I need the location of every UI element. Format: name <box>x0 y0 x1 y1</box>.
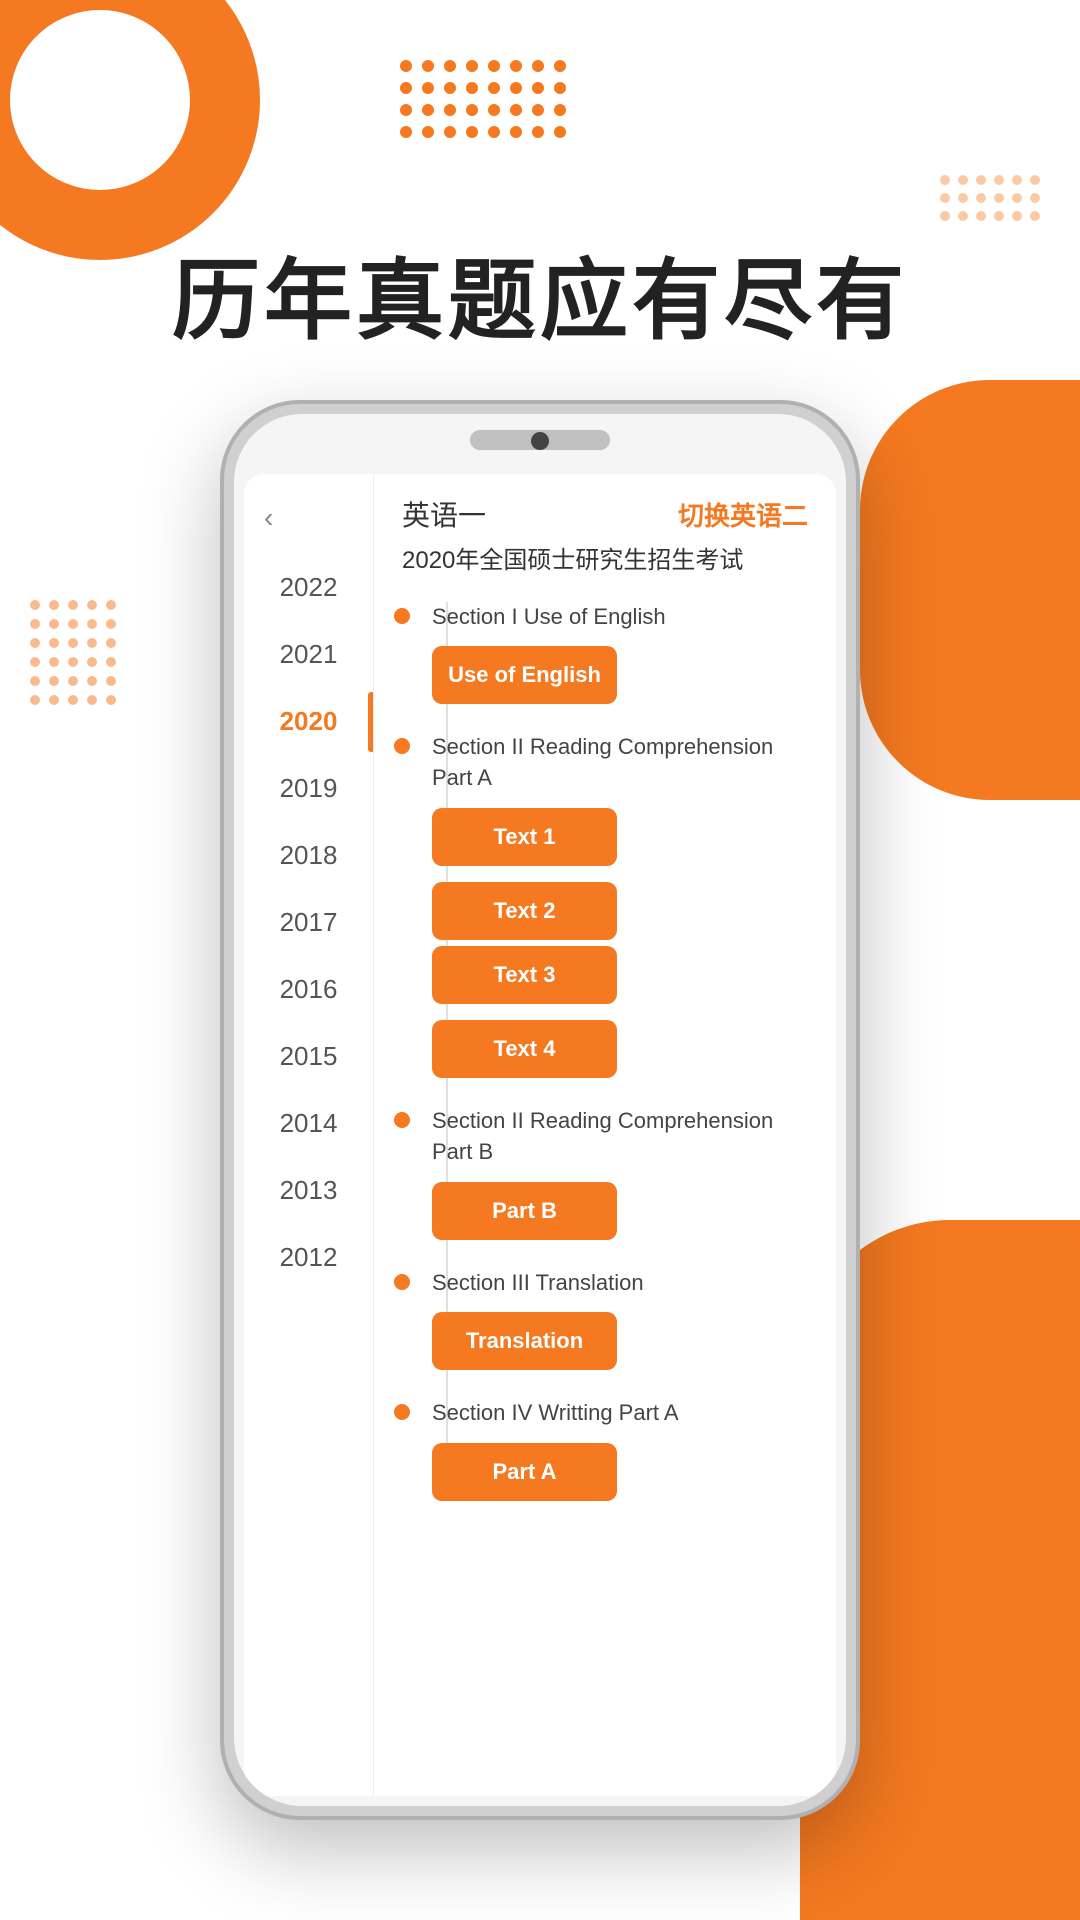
section-4-buttons: Part A <box>432 1443 808 1501</box>
section-2a-buttons-row1: Text 1 Text 2 <box>432 808 808 940</box>
section-2b-label: Section II Reading Comprehension Part B <box>432 1106 808 1168</box>
year-item-2013[interactable]: 2013 <box>244 1157 373 1224</box>
back-button[interactable]: ‹ <box>264 502 273 534</box>
year-item-2019[interactable]: 2019 <box>244 755 373 822</box>
year-item-2020[interactable]: 2020 <box>244 688 373 755</box>
timeline-content: 英语一 切换英语二 2020年全国硕士研究生招生考试 Section I Use… <box>374 474 836 1796</box>
translation-button[interactable]: Translation <box>432 1312 617 1370</box>
switch-language-button[interactable]: 切换英语二 <box>678 496 808 533</box>
text-1-button[interactable]: Text 1 <box>432 808 617 866</box>
section-3-buttons: Translation <box>432 1312 808 1370</box>
screen-content: ‹ 2022 2021 2020 2019 2018 2017 2016 201… <box>244 474 836 1796</box>
text-3-button[interactable]: Text 3 <box>432 946 617 1004</box>
section-2a-label: Section II Reading Comprehension Part A <box>432 732 808 794</box>
year-item-2015[interactable]: 2015 <box>244 1023 373 1090</box>
year-item-2022[interactable]: 2022 <box>244 554 373 621</box>
use-of-english-button[interactable]: Use of English <box>432 646 617 704</box>
hero-title: 历年真题应有尽有 <box>0 230 1080 357</box>
section-use-of-english: Section I Use of English Use of English <box>402 602 808 705</box>
phone-mockup: ‹ 2022 2021 2020 2019 2018 2017 2016 201… <box>220 400 860 1820</box>
bg-arc-right <box>860 380 1080 800</box>
section-1-buttons: Use of English <box>432 646 808 704</box>
section-writing-part-a: Section IV Writting Part A Part A <box>402 1398 808 1501</box>
year-item-2012[interactable]: 2012 <box>244 1224 373 1291</box>
section-2b-buttons: Part B <box>432 1182 808 1240</box>
part-b-button[interactable]: Part B <box>432 1182 617 1240</box>
year-item-2014[interactable]: 2014 <box>244 1090 373 1157</box>
year-sidebar: ‹ 2022 2021 2020 2019 2018 2017 2016 201… <box>244 474 374 1796</box>
bg-dots-top-right <box>940 175 1040 221</box>
part-a-button[interactable]: Part A <box>432 1443 617 1501</box>
section-4-label: Section IV Writting Part A <box>432 1398 808 1429</box>
phone-camera <box>531 432 549 450</box>
text-2-button[interactable]: Text 2 <box>432 882 617 940</box>
phone-inner-shell: ‹ 2022 2021 2020 2019 2018 2017 2016 201… <box>234 414 846 1806</box>
phone-screen: ‹ 2022 2021 2020 2019 2018 2017 2016 201… <box>244 474 836 1796</box>
text-4-button[interactable]: Text 4 <box>432 1020 617 1078</box>
section-2a-buttons-row2: Text 3 Text 4 <box>432 946 808 1078</box>
phone-outer-shell: ‹ 2022 2021 2020 2019 2018 2017 2016 201… <box>220 400 860 1820</box>
year-item-2021[interactable]: 2021 <box>244 621 373 688</box>
section-reading-part-b: Section II Reading Comprehension Part B … <box>402 1106 808 1240</box>
screen-header: 英语一 切换英语二 <box>402 494 808 534</box>
bg-dots-top-center <box>400 60 566 138</box>
bg-dots-left <box>30 600 116 705</box>
year-item-2018[interactable]: 2018 <box>244 822 373 889</box>
section-3-label: Section III Translation <box>432 1268 808 1299</box>
section-1-label: Section I Use of English <box>432 602 808 633</box>
section-translation: Section III Translation Translation <box>402 1268 808 1371</box>
exam-title: 2020年全国硕士研究生招生考试 <box>402 544 808 578</box>
year-item-2017[interactable]: 2017 <box>244 889 373 956</box>
section-reading-part-a: Section II Reading Comprehension Part A … <box>402 732 808 1078</box>
year-item-2016[interactable]: 2016 <box>244 956 373 1023</box>
language-title: 英语一 <box>402 494 486 534</box>
bg-circle-decoration <box>0 0 260 260</box>
